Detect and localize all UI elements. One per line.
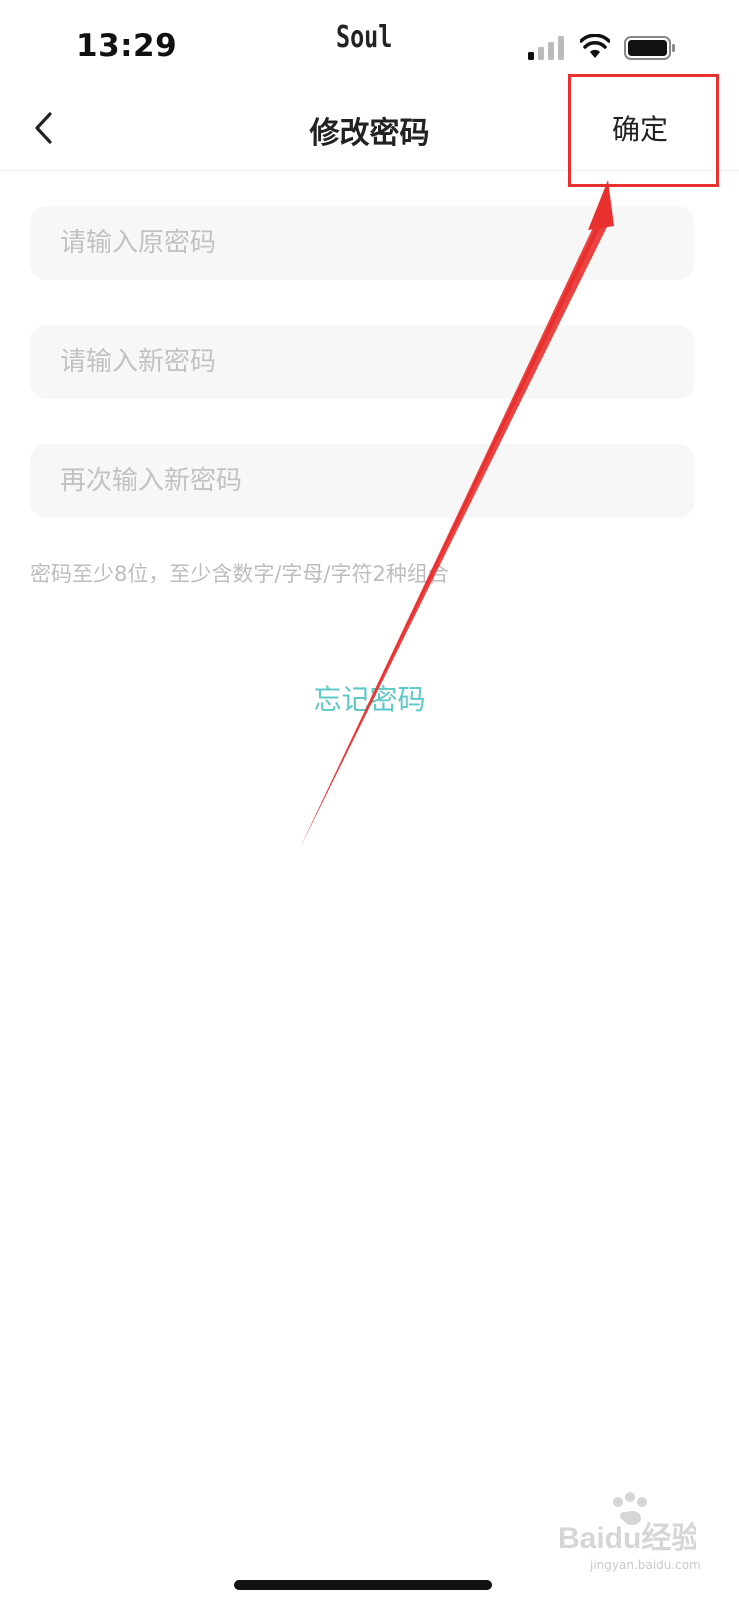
change-password-screen: 13:29 Soul 修改密码 确定 密码至少8位，至少含数字/字母/字符2种组… — [0, 0, 739, 1600]
watermark-url: jingyan.baidu.com — [590, 1558, 701, 1572]
wifi-icon — [580, 34, 610, 58]
confirm-password-input[interactable] — [30, 444, 694, 518]
annotation-highlight-box — [568, 74, 719, 187]
new-password-input[interactable] — [30, 325, 694, 399]
status-app-name: Soul — [336, 20, 393, 55]
home-indicator[interactable] — [234, 1580, 492, 1590]
password-rule-hint: 密码至少8位，至少含数字/字母/字符2种组合 — [30, 562, 449, 586]
baidu-watermark-logo: Baidu经验 — [558, 1492, 696, 1555]
watermark-brand: Baidu经验 — [558, 1521, 696, 1555]
cellular-signal-icon — [528, 36, 564, 60]
old-password-input[interactable] — [30, 206, 694, 280]
battery-icon — [624, 36, 675, 60]
forgot-password-link[interactable]: 忘记密码 — [0, 678, 739, 718]
status-time: 13:29 — [76, 28, 178, 64]
